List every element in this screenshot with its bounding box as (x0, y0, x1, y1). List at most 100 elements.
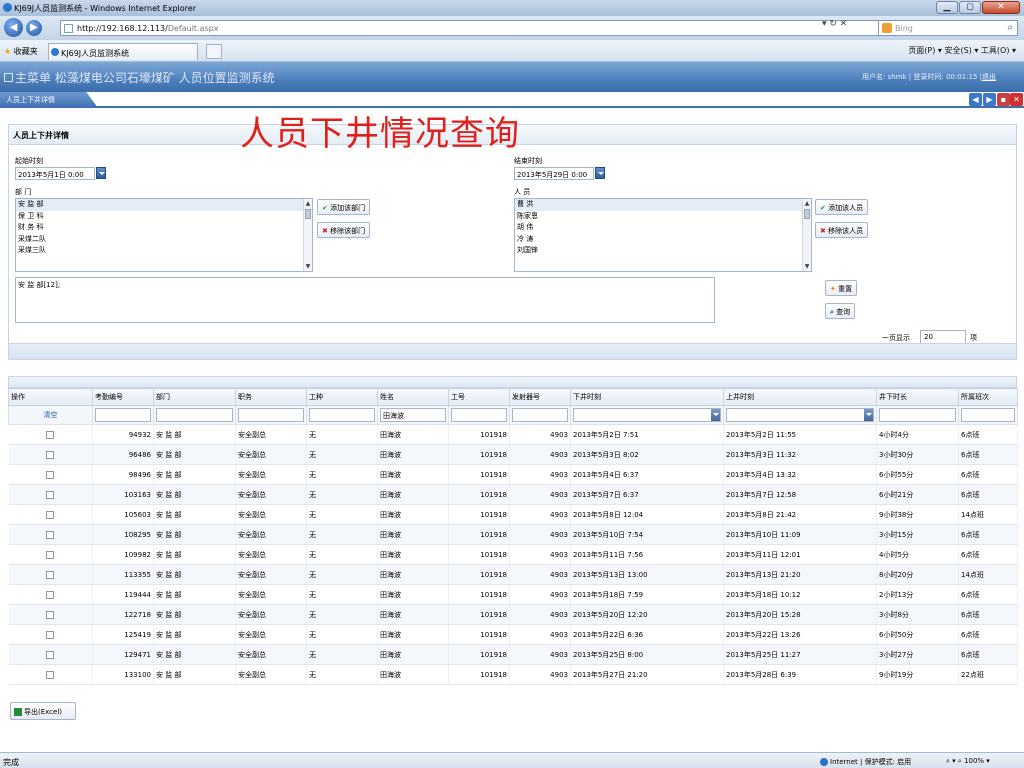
start-time-input[interactable]: 2013年5月1日 0:00 (15, 167, 95, 180)
table-row[interactable]: 94932 安 监 部安全副总无田海波 101918 4903 2013年5月2日 7:… (8, 424, 1018, 445)
filter-input-up-time[interactable] (726, 408, 874, 422)
maximize-button[interactable]: ◻ (959, 1, 981, 14)
add-person-button[interactable]: ✔ 添加该人员 (815, 199, 869, 215)
page-size-input[interactable]: 20 (920, 330, 966, 344)
row-checkbox[interactable] (46, 610, 55, 619)
row-checkbox[interactable] (46, 450, 55, 459)
row-checkbox[interactable] (46, 570, 55, 579)
export-excel-button[interactable]: 导出(Excel) (10, 702, 76, 720)
close-window-button[interactable]: ✕ (982, 1, 1020, 14)
column-header[interactable]: 职务 (235, 388, 307, 406)
column-header[interactable]: 工号 (448, 388, 510, 406)
row-checkbox[interactable] (46, 590, 55, 599)
menu-icon[interactable] (4, 73, 13, 82)
department-list[interactable]: 安 监 部 保 卫 科 财 务 科 采煤二队 采煤三队 ▲ ▼ (15, 198, 313, 272)
filter-input-workno[interactable] (451, 408, 507, 422)
address-bar[interactable]: http://192.168.12.113/Default.aspx (60, 20, 950, 36)
row-checkbox[interactable] (46, 430, 55, 439)
tab-close-all-icon[interactable]: ✕ (1010, 93, 1023, 106)
address-tools[interactable]: ▾ ↻ ✕ (822, 19, 847, 29)
person-item[interactable]: 胡 伟 (515, 222, 811, 234)
column-header[interactable]: 下井时刻 (570, 388, 724, 406)
department-scrollbar[interactable]: ▲ ▼ (303, 199, 312, 271)
end-time-picker-icon[interactable] (595, 167, 605, 179)
tab-prev-icon[interactable]: ◀ (969, 93, 982, 106)
person-item[interactable]: 刘国锋 (515, 245, 811, 257)
department-item[interactable]: 保 卫 科 (16, 211, 312, 223)
query-button[interactable]: ⌕ 查询 (825, 303, 856, 319)
table-row[interactable]: 103163 安 监 部安全副总无田海波 101918 4903 2013年5月7日 6… (8, 484, 1018, 505)
row-checkbox[interactable] (46, 510, 55, 519)
column-header[interactable]: 考勤编号 (92, 388, 154, 406)
favorites-button[interactable]: ★ 收藏夹 (4, 46, 38, 57)
person-item[interactable]: 曹 洪 (515, 199, 811, 211)
row-checkbox[interactable] (46, 650, 55, 659)
table-row[interactable]: 105603 安 监 部安全副总无田海波 101918 4903 2013年5月8日 1… (8, 504, 1018, 525)
filter-input-duration[interactable] (879, 408, 956, 422)
back-button[interactable]: ◀ (4, 18, 23, 37)
table-row[interactable]: 133100 安 监 部安全副总无田海波 101918 4903 2013年5月27日 … (8, 664, 1018, 685)
column-header[interactable]: 井下时长 (876, 388, 959, 406)
column-header[interactable]: 发射器号 (509, 388, 571, 406)
filter-input-down-time[interactable] (573, 408, 721, 422)
scroll-down-icon[interactable]: ▼ (304, 262, 312, 271)
column-header[interactable]: 姓名 (377, 388, 449, 406)
row-checkbox[interactable] (46, 490, 55, 499)
forward-button[interactable]: ▶ (26, 20, 42, 36)
column-header[interactable]: 部门 (153, 388, 236, 406)
filter-input-transmitter[interactable] (512, 408, 568, 422)
selection-textarea[interactable]: 安 监 部[12]; (15, 277, 715, 323)
person-list[interactable]: 曹 洪 陈家恩 胡 伟 冷 涛 刘国锋 ▲ ▼ (514, 198, 812, 272)
filter-input-title[interactable] (238, 408, 304, 422)
search-icon[interactable]: ⌕ (1007, 22, 1013, 33)
column-header[interactable]: 所属班次 (958, 388, 1018, 406)
logout-link[interactable]: 退出 (982, 73, 996, 81)
scroll-up-icon[interactable]: ▲ (803, 199, 811, 208)
minimize-button[interactable]: ▁ (936, 1, 958, 14)
tab-close-icon[interactable]: ▪ (997, 93, 1010, 106)
filter-input-id[interactable] (95, 408, 151, 422)
person-item[interactable]: 陈家恩 (515, 211, 811, 223)
dropdown-arrow-icon[interactable] (864, 409, 873, 421)
filter-input-dept[interactable] (156, 408, 233, 422)
dropdown-arrow-icon[interactable] (711, 409, 720, 421)
tab-next-icon[interactable]: ▶ (983, 93, 996, 106)
filter-input-name[interactable]: 田海波 (380, 408, 446, 422)
row-checkbox[interactable] (46, 630, 55, 639)
search-box[interactable]: Bing ⌕ (878, 20, 1018, 36)
new-tab-button[interactable] (206, 44, 222, 59)
table-row[interactable]: 119444 安 监 部安全副总无田海波 101918 4903 2013年5月18日 … (8, 584, 1018, 605)
table-row[interactable]: 113355 安 监 部安全副总无田海波 101918 4903 2013年5月13日 … (8, 564, 1018, 585)
command-bar[interactable]: 页面(P) ▾ 安全(S) ▾ 工具(O) ▾ (908, 45, 1016, 56)
filter-input-shift[interactable] (961, 408, 1015, 422)
person-item[interactable]: 冷 涛 (515, 234, 811, 246)
department-item[interactable]: 财 务 科 (16, 222, 312, 234)
row-checkbox[interactable] (46, 550, 55, 559)
tab-person-detail[interactable]: 人员上下井详情 (0, 92, 98, 108)
person-scrollbar[interactable]: ▲ ▼ (802, 199, 811, 271)
column-header[interactable]: 操作 (8, 388, 93, 406)
table-row[interactable]: 109982 安 监 部安全副总无田海波 101918 4903 2013年5月11日 … (8, 544, 1018, 565)
table-row[interactable]: 129471 安 监 部安全副总无田海波 101918 4903 2013年5月25日 … (8, 644, 1018, 665)
department-item[interactable]: 采煤三队 (16, 245, 312, 257)
zoom-level[interactable]: ⌕ ▾ ⌕ 100% ▾ (946, 757, 990, 766)
scroll-thumb[interactable] (804, 209, 810, 219)
scroll-down-icon[interactable]: ▼ (803, 262, 811, 271)
scroll-thumb[interactable] (305, 209, 311, 219)
scroll-up-icon[interactable]: ▲ (304, 199, 312, 208)
start-time-picker-icon[interactable] (96, 167, 106, 179)
column-header[interactable]: 工种 (306, 388, 378, 406)
row-checkbox[interactable] (46, 470, 55, 479)
table-row[interactable]: 122718 安 监 部安全副总无田海波 101918 4903 2013年5月20日 … (8, 604, 1018, 625)
row-checkbox[interactable] (46, 530, 55, 539)
clear-filter-link[interactable]: 清空 (44, 411, 58, 419)
table-row[interactable]: 96486 安 监 部安全副总无田海波 101918 4903 2013年5月3日 8:… (8, 444, 1018, 465)
browser-tab[interactable]: KJ69J人员监测系统 (48, 43, 198, 60)
table-row[interactable]: 108295 安 监 部安全副总无田海波 101918 4903 2013年5月10日 … (8, 524, 1018, 545)
end-time-input[interactable]: 2013年5月29日 0:00 (514, 167, 594, 180)
add-department-button[interactable]: ✔ 添加该部门 (317, 199, 371, 215)
table-row[interactable]: 98496 安 监 部安全副总无田海波 101918 4903 2013年5月4日 6:… (8, 464, 1018, 485)
reset-button[interactable]: ✦ 重置 (825, 280, 858, 296)
department-item[interactable]: 采煤二队 (16, 234, 312, 246)
department-item[interactable]: 安 监 部 (16, 199, 312, 211)
